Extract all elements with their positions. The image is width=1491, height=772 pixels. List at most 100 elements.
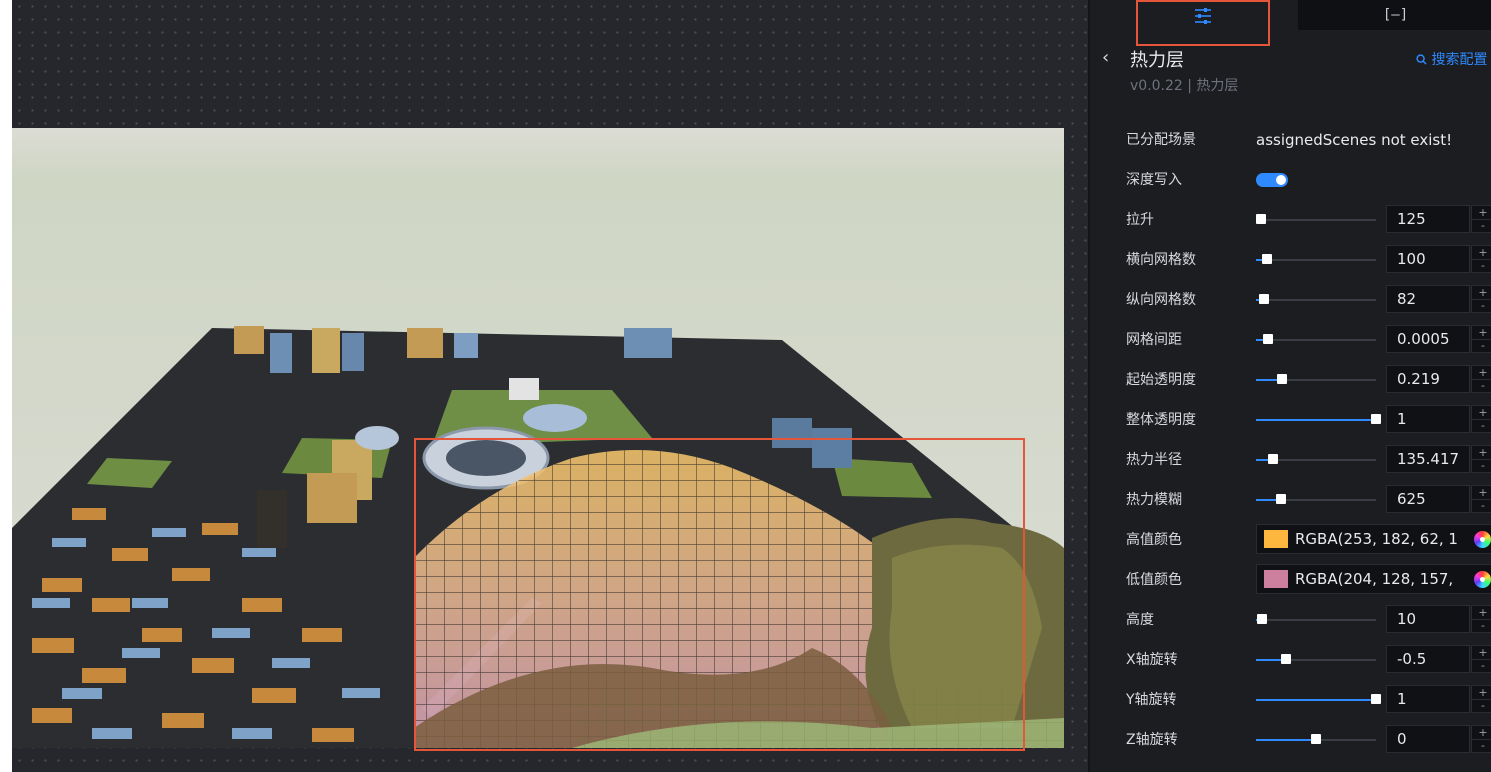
height-slider[interactable] [1256, 614, 1376, 624]
increment-button[interactable]: + [1472, 726, 1491, 740]
color-swatch[interactable] [1264, 530, 1288, 548]
decrement-button[interactable]: - [1472, 619, 1491, 632]
increment-button[interactable]: + [1472, 686, 1491, 700]
increment-button[interactable]: + [1472, 286, 1491, 300]
increment-button[interactable]: + [1472, 366, 1491, 380]
slider-thumb[interactable] [1259, 294, 1269, 304]
v-grid-slider[interactable] [1256, 294, 1376, 304]
lift-stepper[interactable]: + - [1471, 205, 1491, 233]
color-swatch[interactable] [1264, 570, 1288, 588]
decrement-button[interactable]: - [1472, 459, 1491, 472]
tab-config[interactable] [1136, 0, 1270, 46]
height-input[interactable]: 10 [1386, 605, 1470, 633]
slider-fill [1256, 739, 1316, 741]
h-grid-slider[interactable] [1256, 254, 1376, 264]
decrement-button[interactable]: - [1472, 299, 1491, 312]
slider-thumb[interactable] [1268, 454, 1278, 464]
panel-tabbar: [–] [1090, 0, 1491, 46]
x-rotation-stepper[interactable]: + - [1471, 645, 1491, 673]
prop-lift: 拉升 125 + - [1090, 200, 1491, 240]
increment-button[interactable]: + [1472, 446, 1491, 460]
overall-opacity-input[interactable]: 1 [1386, 405, 1470, 433]
y-rotation-input[interactable]: 1 [1386, 685, 1470, 713]
increment-button[interactable]: + [1472, 406, 1491, 420]
x-rotation-slider[interactable] [1256, 654, 1376, 664]
layer-title: 热力层 [1130, 50, 1184, 71]
editor-canvas[interactable] [0, 0, 1088, 772]
y-rotation-stepper[interactable]: + - [1471, 685, 1491, 713]
z-rotation-stepper[interactable]: + - [1471, 725, 1491, 753]
start-opacity-slider[interactable] [1256, 374, 1376, 384]
overall-opacity-slider[interactable] [1256, 414, 1381, 424]
decrement-button[interactable]: - [1472, 219, 1491, 232]
tab-data[interactable]: [–] [1298, 0, 1491, 30]
slider-thumb[interactable] [1371, 414, 1381, 424]
prop-label: 热力模糊 [1126, 492, 1182, 508]
search-config-link[interactable]: 搜索配置 [1416, 49, 1487, 69]
height-stepper[interactable]: + - [1471, 605, 1491, 633]
decrement-button[interactable]: - [1472, 259, 1491, 272]
3d-scene-viewport[interactable] [12, 128, 1064, 748]
slider-thumb[interactable] [1257, 614, 1267, 624]
depth-write-toggle[interactable] [1256, 173, 1288, 187]
start-opacity-stepper[interactable]: + - [1471, 365, 1491, 393]
decrement-button[interactable]: - [1472, 419, 1491, 432]
heat-blur-stepper[interactable]: + - [1471, 485, 1491, 513]
h-grid-stepper[interactable]: + - [1471, 245, 1491, 273]
heat-blur-slider[interactable] [1256, 494, 1376, 504]
prop-label: 纵向网格数 [1126, 292, 1196, 308]
slider-thumb[interactable] [1311, 734, 1321, 744]
h-grid-input[interactable]: 100 [1386, 245, 1470, 273]
start-opacity-input[interactable]: 0.219 [1386, 365, 1470, 393]
color-picker-icon[interactable] [1474, 531, 1491, 548]
slider-thumb[interactable] [1262, 254, 1272, 264]
increment-button[interactable]: + [1472, 486, 1491, 500]
low-color-field[interactable]: RGBA(204, 128, 157, 1.00) [1256, 564, 1491, 594]
chevron-left-icon[interactable]: ‹ [1102, 47, 1109, 68]
decrement-button[interactable]: - [1472, 739, 1491, 752]
decrement-button[interactable]: - [1472, 499, 1491, 512]
increment-button[interactable]: + [1472, 206, 1491, 220]
increment-button[interactable]: + [1472, 246, 1491, 260]
heat-radius-slider[interactable] [1256, 454, 1376, 464]
high-color-field[interactable]: RGBA(253, 182, 62, 1.00) [1256, 524, 1491, 554]
decrement-button[interactable]: - [1472, 699, 1491, 712]
decrement-button[interactable]: - [1472, 339, 1491, 352]
lift-slider[interactable] [1256, 214, 1376, 224]
prop-depth-write: 深度写入 [1090, 160, 1491, 200]
increment-button[interactable]: + [1472, 646, 1491, 660]
prop-high-color: 高值颜色 RGBA(253, 182, 62, 1.00) [1090, 520, 1491, 560]
v-grid-input[interactable]: 82 [1386, 285, 1470, 313]
overall-opacity-stepper[interactable]: + - [1471, 405, 1491, 433]
heat-blur-input[interactable]: 625 [1386, 485, 1470, 513]
color-picker-icon[interactable] [1474, 571, 1491, 588]
increment-button[interactable]: + [1472, 326, 1491, 340]
slider-fill [1256, 419, 1376, 421]
slider-thumb[interactable] [1277, 374, 1287, 384]
slider-thumb[interactable] [1276, 494, 1286, 504]
grid-spacing-stepper[interactable]: + - [1471, 325, 1491, 353]
prop-label: 拉升 [1126, 212, 1154, 228]
color-value: RGBA(204, 128, 157, 1.00) [1295, 570, 1457, 588]
decrement-button[interactable]: - [1472, 659, 1491, 672]
prop-heat-blur: 热力模糊 625 + - [1090, 480, 1491, 520]
x-rotation-input[interactable]: -0.5 [1386, 645, 1470, 673]
tab-spacer [1270, 0, 1298, 30]
slider-thumb[interactable] [1281, 654, 1291, 664]
grid-spacing-slider[interactable] [1256, 334, 1376, 344]
slider-thumb[interactable] [1263, 334, 1273, 344]
z-rotation-slider[interactable] [1256, 734, 1376, 744]
v-grid-stepper[interactable]: + - [1471, 285, 1491, 313]
grid-spacing-input[interactable]: 0.0005 [1386, 325, 1470, 353]
lift-input[interactable]: 125 [1386, 205, 1470, 233]
city-heatmap-scene [12, 128, 1064, 748]
increment-button[interactable]: + [1472, 606, 1491, 620]
z-rotation-input[interactable]: 0 [1386, 725, 1470, 753]
heat-radius-input[interactable]: 135.417 [1386, 445, 1470, 473]
tab-data-label: [–] [1382, 7, 1409, 23]
slider-thumb[interactable] [1371, 694, 1381, 704]
y-rotation-slider[interactable] [1256, 694, 1381, 704]
heat-radius-stepper[interactable]: + - [1471, 445, 1491, 473]
slider-thumb[interactable] [1256, 214, 1266, 224]
decrement-button[interactable]: - [1472, 379, 1491, 392]
